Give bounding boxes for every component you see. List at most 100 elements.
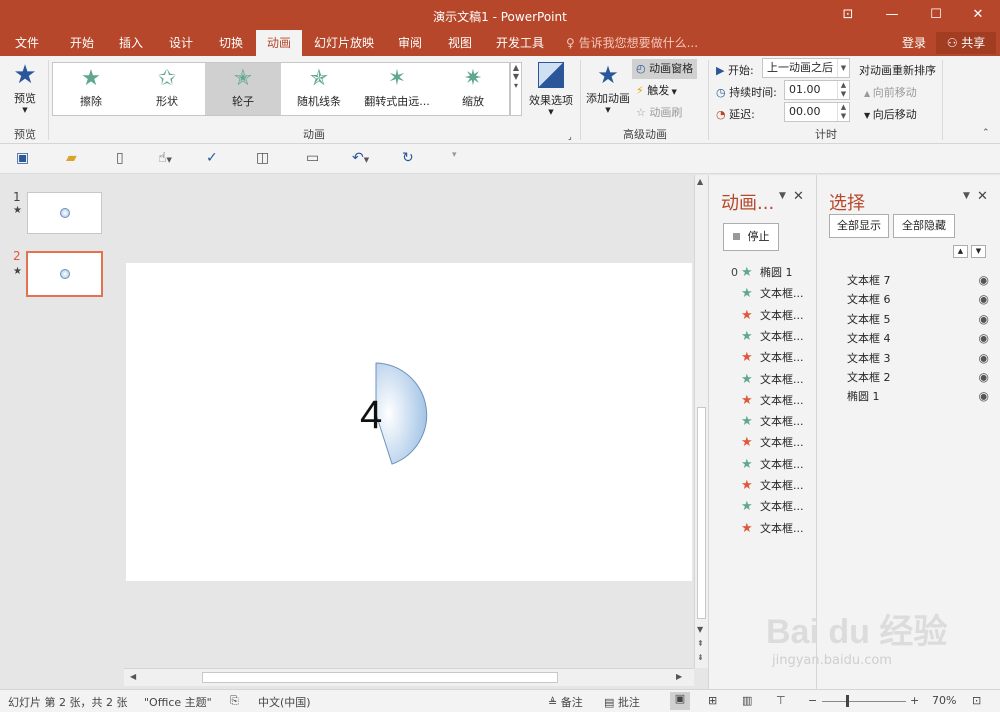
bring-forward-button[interactable]: ▲	[953, 245, 968, 258]
chevron-down-icon[interactable]: ▼	[963, 191, 970, 201]
ribbon-display-icon[interactable]: ⊡	[826, 0, 870, 30]
spelling-icon[interactable]: ✓	[206, 150, 218, 166]
print-preview-icon[interactable]: ◫	[256, 150, 269, 166]
collapse-ribbon-icon[interactable]: ⌃	[982, 128, 990, 138]
close-button[interactable]: ✕	[956, 0, 1000, 30]
touch-mode-icon[interactable]: ☝▼	[158, 150, 172, 166]
duration-input[interactable]: 01.00 ▲ ▼	[784, 80, 850, 100]
scroll-thumb[interactable]	[202, 672, 558, 683]
normal-view-icon[interactable]: ▣	[670, 692, 690, 710]
zoom-in-icon[interactable]: +	[910, 694, 919, 707]
new-file-icon[interactable]: ▯	[116, 150, 124, 166]
accessibility-icon[interactable]: ⎘	[230, 694, 239, 708]
selection-list-item[interactable]: 文本框 4 ◉	[847, 329, 989, 348]
tab-home[interactable]: 开始	[58, 30, 106, 56]
eye-icon[interactable]: ◉	[979, 329, 989, 348]
chevron-left-icon[interactable]: ◀	[130, 672, 136, 681]
close-icon[interactable]: ✕	[977, 189, 988, 204]
slideshow-view-icon[interactable]: ⊤	[776, 694, 786, 707]
start-select[interactable]: 上一动画之后 ▼	[762, 58, 850, 78]
animation-list-item[interactable]: ★ 文本框...	[709, 370, 817, 390]
zoom-slider[interactable]	[822, 701, 906, 702]
signin-link[interactable]: 登录	[902, 30, 926, 56]
selection-list-item[interactable]: 椭圆 1 ◉	[847, 387, 989, 406]
delay-input[interactable]: 00.00 ▲ ▼	[784, 102, 850, 122]
selection-list-item[interactable]: 文本框 2 ◉	[847, 368, 989, 387]
next-slide-icon[interactable]: ⇟	[697, 653, 704, 662]
animation-list-item[interactable]: ★ 文本框...	[709, 306, 817, 326]
scroll-thumb[interactable]	[697, 407, 706, 619]
tab-review[interactable]: 审阅	[388, 30, 432, 56]
animation-grow-turn[interactable]: ✶ 翻转式由远...	[357, 63, 437, 115]
tab-transitions[interactable]: 切换	[208, 30, 254, 56]
animation-list-item[interactable]: ★ 文本框...	[709, 497, 817, 517]
tell-me-search[interactable]: ♀ 告诉我您想要做什么...	[566, 30, 698, 56]
animation-list-item[interactable]: ★ 文本框...	[709, 433, 817, 453]
gallery-scroll[interactable]: ▲ ▼ ▾	[510, 62, 522, 116]
selection-list-item[interactable]: 文本框 3 ◉	[847, 349, 989, 368]
animation-list-item[interactable]: ★ 文本框...	[709, 476, 817, 496]
eye-icon[interactable]: ◉	[979, 368, 989, 387]
comments-button[interactable]: ▤ 批注	[604, 694, 640, 710]
animation-painter-button[interactable]: ☆ 动画刷	[636, 104, 682, 120]
hide-all-button[interactable]: 全部隐藏	[893, 214, 955, 238]
slide-thumbnail-2[interactable]	[26, 251, 103, 297]
fit-to-window-icon[interactable]: ⊡	[972, 694, 981, 707]
animation-shape[interactable]: ✩ 形状	[129, 63, 205, 115]
customize-toolbar-icon[interactable]: ▾	[452, 150, 457, 160]
effect-options-button[interactable]: 效果选项 ▼	[528, 60, 574, 116]
stop-button[interactable]: 停止	[723, 223, 779, 251]
animation-list-item[interactable]: ★ 文本框...	[709, 519, 817, 539]
maximize-button[interactable]: ☐	[914, 0, 958, 30]
minimize-button[interactable]: —	[870, 0, 914, 30]
animation-list-item[interactable]: ★ 文本框...	[709, 455, 817, 475]
show-all-button[interactable]: 全部显示	[829, 214, 889, 238]
eye-icon[interactable]: ◉	[979, 349, 989, 368]
chevron-up-icon[interactable]: ▲	[697, 177, 703, 186]
move-earlier-button[interactable]: ▲ 向前移动	[864, 84, 917, 100]
add-animation-button[interactable]: ★ 添加动画 ▼	[584, 60, 632, 114]
selection-list-item[interactable]: 文本框 7 ◉	[847, 271, 989, 290]
chevron-down-icon[interactable]: ▼	[779, 191, 786, 201]
eye-icon[interactable]: ◉	[979, 310, 989, 329]
animation-list-item[interactable]: ★ 文本框...	[709, 284, 817, 304]
undo-icon[interactable]: ↶▼	[352, 150, 369, 166]
horizontal-scrollbar[interactable]: ◀ ▶	[124, 668, 694, 686]
tab-view[interactable]: 视图	[438, 30, 482, 56]
notes-button[interactable]: ≜ 备注	[548, 694, 583, 710]
tab-insert[interactable]: 插入	[108, 30, 154, 56]
send-backward-button[interactable]: ▼	[971, 245, 986, 258]
animation-list-item[interactable]: ★ 文本框...	[709, 391, 817, 411]
reading-view-icon[interactable]: ▥	[742, 694, 752, 707]
vertical-scrollbar[interactable]: ▲ ▼ ⇞ ⇟	[694, 175, 708, 668]
selection-list-item[interactable]: 文本框 5 ◉	[847, 310, 989, 329]
redo-icon[interactable]: ↻	[402, 150, 414, 166]
move-later-button[interactable]: ▼ 向后移动	[864, 106, 917, 122]
animation-wipe[interactable]: ★ 擦除	[53, 63, 129, 115]
eye-icon[interactable]: ◉	[979, 290, 989, 309]
animation-wheel[interactable]: ✭ 轮子	[205, 63, 281, 115]
stepper-icon[interactable]: ▲ ▼	[837, 81, 849, 99]
stepper-icon[interactable]: ▲ ▼	[837, 103, 849, 121]
dialog-launcher-icon[interactable]: ⌟	[568, 132, 572, 141]
animation-random-bars[interactable]: ✯ 随机线条	[281, 63, 357, 115]
animation-pane-button[interactable]: ◴ 动画窗格	[632, 59, 698, 79]
trigger-button[interactable]: ⚡ 触发 ▼	[636, 82, 677, 98]
language[interactable]: 中文(中国)	[258, 694, 311, 710]
preview-button[interactable]: ★ 预览 ▼	[8, 60, 42, 114]
slideshow-icon[interactable]: ▭	[306, 150, 319, 166]
eye-icon[interactable]: ◉	[979, 271, 989, 290]
animation-list-item[interactable]: ★ 文本框...	[709, 348, 817, 368]
previous-slide-icon[interactable]: ⇞	[697, 639, 704, 648]
share-button[interactable]: ⚇ 共享	[936, 32, 996, 54]
zoom-out-icon[interactable]: −	[808, 694, 817, 707]
eye-icon[interactable]: ◉	[979, 387, 989, 406]
selection-list-item[interactable]: 文本框 6 ◉	[847, 290, 989, 309]
slide-thumbnail-1[interactable]	[27, 192, 102, 234]
save-icon[interactable]: ▣	[16, 150, 29, 166]
zoom-slider-thumb[interactable]	[846, 695, 849, 707]
slide-canvas[interactable]: 4	[126, 263, 692, 581]
tab-file[interactable]: 文件	[4, 30, 50, 56]
tab-developer[interactable]: 开发工具	[488, 30, 552, 56]
chevron-right-icon[interactable]: ▶	[676, 672, 682, 681]
